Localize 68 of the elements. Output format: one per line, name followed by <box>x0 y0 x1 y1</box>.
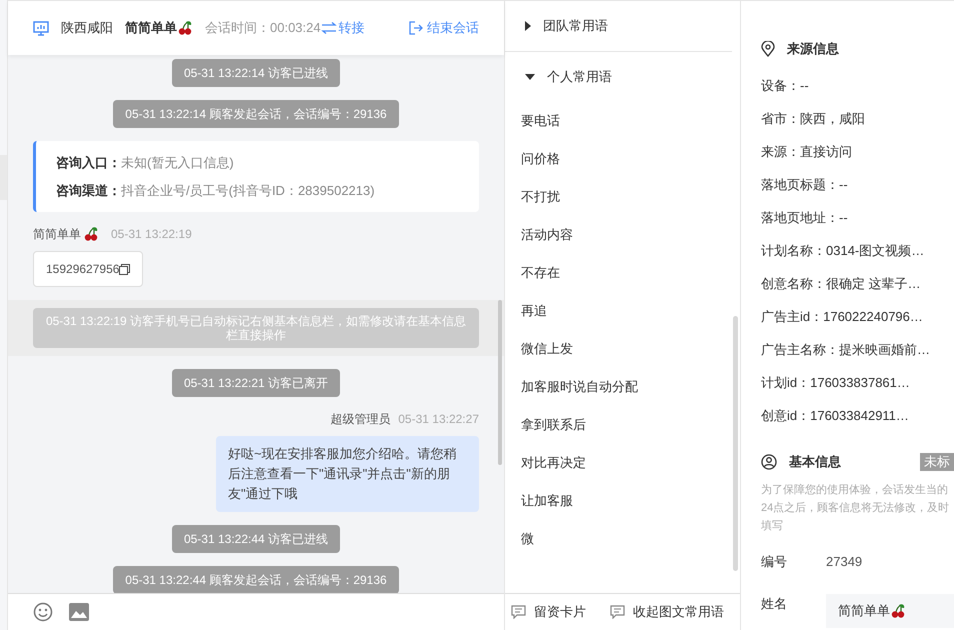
visitor-name: 简简单单 <box>33 226 81 243</box>
info-row-text: 计划名称：0314-图文视频… <box>761 242 926 260</box>
message-icon <box>511 605 526 619</box>
cherry-icon <box>890 603 906 619</box>
field-label: 编号 <box>761 553 788 572</box>
phrase-item[interactable]: 对比再决定 <box>505 444 740 482</box>
info-value: 抖音企业号/员工号(抖音号ID：2839502213) <box>121 182 375 200</box>
section-title: 来源信息 <box>787 40 839 58</box>
visitor-location: 陕西咸阳 <box>61 19 113 38</box>
system-message: 05-31 13:22:44 访客已进线 <box>172 525 340 553</box>
system-message: 05-31 13:22:14 访客已进线 <box>172 59 340 87</box>
cherry-icon <box>177 20 193 36</box>
session-time: 会话时间：00:03:24 <box>205 19 321 38</box>
monitor-icon <box>33 20 49 36</box>
emoji-icon[interactable] <box>33 602 53 622</box>
system-message: 05-31 13:22:14 顾客发起会话，会话编号：29136 <box>113 100 399 128</box>
phrase-item[interactable]: 要电话 <box>505 102 740 140</box>
swap-icon <box>320 22 337 34</box>
user-circle-icon <box>761 454 777 470</box>
visitor-name: 简简单单 <box>125 19 177 38</box>
footer-button[interactable]: 收起图文常用语 <box>610 602 724 622</box>
phrase-item[interactable]: 让加客服 <box>505 482 740 520</box>
phrase-item[interactable]: 拿到联系后 <box>505 406 740 444</box>
message-time: 05-31 13:22:27 <box>398 411 479 428</box>
info-row-text: 来源：直接访问 <box>761 142 853 161</box>
section-title: 基本信息 <box>789 453 841 472</box>
field-label: 姓名 <box>761 595 788 614</box>
message-text: 15929627956 <box>46 261 120 278</box>
info-row-text: 广告主id：176022240796… <box>761 308 924 326</box>
image-icon[interactable] <box>69 603 89 621</box>
phrase-item[interactable]: 不打扰 <box>505 178 740 216</box>
info-row-text: 省市：陕西，咸阳 <box>761 110 866 128</box>
caret-down-icon <box>525 74 535 80</box>
phrase-item[interactable]: 微 <box>505 520 740 558</box>
info-row-text: 广告主名称：提米映画婚前… <box>761 340 931 359</box>
info-row-text: 设备：-- <box>761 76 810 95</box>
caret-right-icon <box>525 21 531 31</box>
location-pin-icon <box>761 41 775 57</box>
note-text: 为了保障您的使用体验，会话发生当的24点之后，顾客信息将无法修改，及时填写 <box>761 482 950 534</box>
phrase-item[interactable]: 问价格 <box>505 140 740 178</box>
message-time: 05-31 13:22:19 <box>111 226 192 243</box>
phrase-item[interactable]: 加客服时说自动分配 <box>505 368 740 406</box>
tag-badge: 未标 <box>920 453 954 471</box>
phrase-item[interactable]: 微信上发 <box>505 330 740 368</box>
exit-icon <box>409 21 423 35</box>
info-row-text: 落地页标题：-- <box>761 176 849 194</box>
info-row-text: 创意名称：很确定 这辈子… <box>761 274 922 293</box>
phrase-group-toggle[interactable]: 个人常用语 <box>505 52 740 102</box>
agent-name: 超级管理员 <box>330 411 390 428</box>
cherry-icon <box>83 226 99 242</box>
name-input-field[interactable]: 简简单单 <box>826 594 954 628</box>
info-row-text: 创意id：176033842911… <box>761 406 910 425</box>
info-value: 未知(暂无入口信息) <box>121 154 234 172</box>
phrase-group-toggle[interactable]: 团队常用语 <box>505 1 732 51</box>
field-value: 27349 <box>826 553 862 572</box>
system-message: 05-31 13:22:21 访客已离开 <box>172 369 340 397</box>
info-label: 咨询入口： <box>56 154 121 172</box>
message-icon <box>610 605 625 619</box>
info-row-text: 计划id：176033837861… <box>761 374 911 392</box>
phrase-item[interactable]: 活动内容 <box>505 216 740 254</box>
info-label: 咨询渠道： <box>56 182 121 200</box>
phrase-item[interactable]: 不存在 <box>505 254 740 292</box>
info-row-text: 落地页地址：-- <box>761 208 849 227</box>
agent-bubble: 好哒~现在安排客服加您介绍哈。请您稍后注意查看一下"通讯录"并点击"新的朋友"通过下哦 <box>216 436 479 512</box>
phrase-item[interactable]: 再追 <box>505 292 740 330</box>
footer-button[interactable]: 留资卡片 <box>511 602 586 622</box>
copy-icon <box>119 264 130 274</box>
system-message: 05-31 13:22:44 顾客发起会话，会话编号：29136 <box>113 566 399 593</box>
